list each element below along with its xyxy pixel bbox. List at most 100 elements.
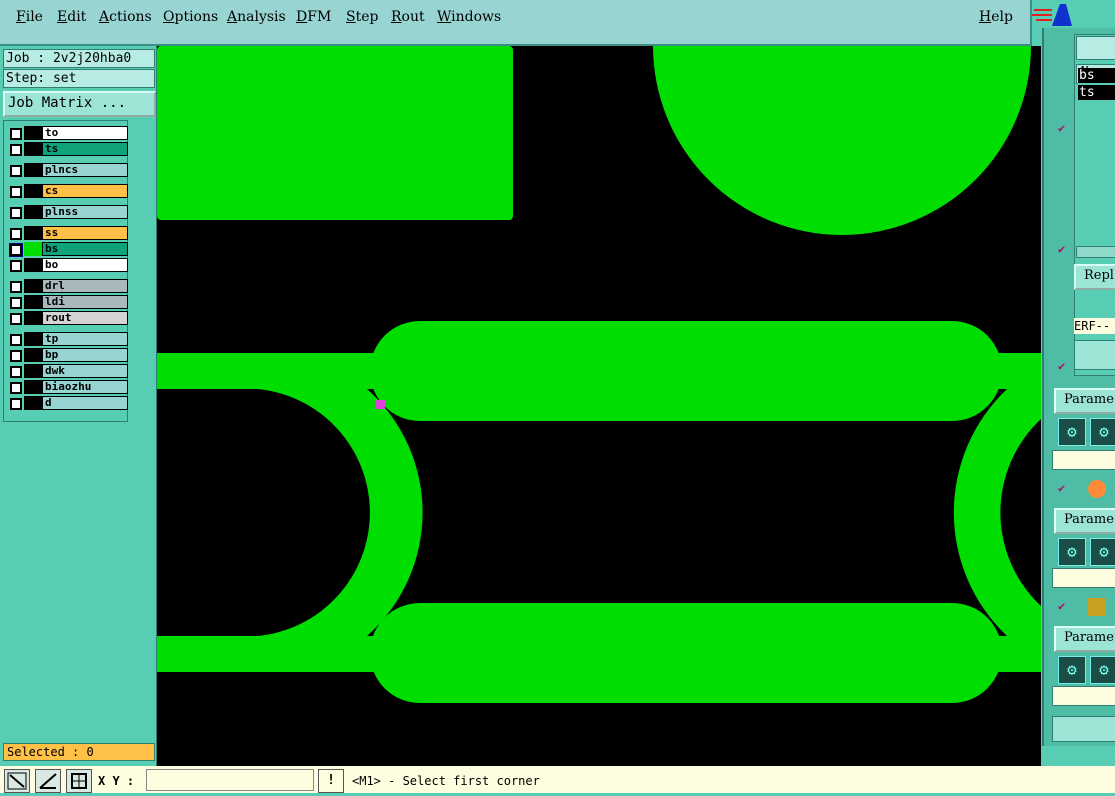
layer-checkbox[interactable]: [10, 260, 22, 272]
layer-name: cs: [42, 184, 128, 198]
layer-name: to: [42, 126, 128, 140]
layer-color-swatch: [24, 126, 42, 140]
layer-row-rout[interactable]: rout: [6, 311, 128, 325]
layer-color-swatch: [24, 311, 42, 325]
layer-checkbox[interactable]: [10, 297, 22, 309]
layer-color-swatch: [24, 184, 42, 198]
layer-row-biaozhu[interactable]: biaozhu: [6, 380, 128, 394]
checkmark-icon[interactable]: ✔: [1058, 243, 1068, 255]
popup-action-button[interactable]: [1074, 340, 1115, 370]
copper-pad-rect: [157, 46, 513, 220]
measure-icon[interactable]: [35, 769, 61, 793]
list-item[interactable]: bs: [1078, 68, 1115, 83]
menu-windows[interactable]: Windows: [437, 9, 501, 25]
xy-label: X Y :: [98, 774, 135, 788]
layer-name: biaozhu: [42, 380, 128, 394]
run-icon[interactable]: ⚙: [1058, 656, 1086, 684]
job-matrix-button[interactable]: Job Matrix ...: [3, 91, 156, 117]
list-item[interactable]: ts: [1078, 85, 1115, 100]
layer-color-swatch: [24, 226, 42, 240]
warning-icon[interactable]: !: [318, 769, 344, 793]
parameters-button[interactable]: Parame: [1054, 388, 1115, 414]
layer-color-swatch: [24, 142, 42, 156]
copper-trace-upper-left: [157, 353, 387, 389]
run-icon[interactable]: ⚙: [1058, 418, 1086, 446]
run-icon[interactable]: ⚙: [1090, 656, 1115, 684]
menu-help[interactable]: Help: [979, 9, 1013, 25]
menu-options[interactable]: Options: [163, 9, 218, 25]
menu-edit[interactable]: Edit: [57, 9, 86, 25]
layer-checkbox[interactable]: [10, 350, 22, 362]
layer-row-tp[interactable]: tp: [6, 332, 128, 346]
right-tool-panel: None bs ts Repl ERF-- ✔ ✔ ✔ Parame ⚙ ⚙ ✔…: [1042, 28, 1115, 746]
layer-name: ts: [42, 142, 128, 156]
menu-actions[interactable]: Actions: [99, 9, 152, 25]
menu-rout[interactable]: Rout: [391, 9, 425, 25]
layer-checkbox[interactable]: [10, 186, 22, 198]
layer-row-ts[interactable]: ts: [6, 142, 128, 156]
xy-coordinate-field[interactable]: [146, 769, 314, 791]
zoom-fit-icon[interactable]: [4, 769, 30, 793]
layer-row-plnss[interactable]: plnss: [6, 205, 128, 219]
layer-row-dwk[interactable]: dwk: [6, 364, 128, 378]
layer-checkbox[interactable]: [10, 281, 22, 293]
checkmark-icon[interactable]: ✔: [1058, 122, 1068, 134]
layer-name: drl: [42, 279, 128, 293]
layer-row-ldi[interactable]: ldi: [6, 295, 128, 309]
layer-checkbox[interactable]: [10, 334, 22, 346]
layer-color-swatch: [24, 332, 42, 346]
grid-snap-icon[interactable]: [66, 769, 92, 793]
step-name-label: Step: set: [3, 69, 155, 88]
action-icon[interactable]: [1088, 598, 1106, 616]
layer-color-swatch: [24, 163, 42, 177]
layer-checkbox[interactable]: [10, 382, 22, 394]
layer-checkbox[interactable]: [10, 128, 22, 140]
copper-pad-oblong-upper: [370, 321, 1002, 421]
layer-row-bo[interactable]: bo: [6, 258, 128, 272]
run-icon[interactable]: ⚙: [1058, 538, 1086, 566]
parameters-button[interactable]: Parame: [1054, 626, 1115, 652]
erf-field[interactable]: ERF--: [1074, 318, 1115, 334]
layer-name: plncs: [42, 163, 128, 177]
popup-header: [1076, 36, 1115, 60]
menu-step[interactable]: Step: [346, 9, 378, 25]
layer-name: ldi: [42, 295, 128, 309]
replace-button[interactable]: Repl: [1074, 264, 1115, 290]
job-name-label: Job : 2v2j20hba0: [3, 49, 155, 68]
layer-row-cs[interactable]: cs: [6, 184, 128, 198]
action-icon[interactable]: [1088, 480, 1106, 498]
checkmark-icon[interactable]: ✔: [1058, 482, 1068, 494]
layer-checkbox[interactable]: [10, 165, 22, 177]
graphics-canvas[interactable]: [157, 46, 1041, 766]
layer-listbox[interactable]: bs ts: [1078, 68, 1115, 238]
layer-name: ss: [42, 226, 128, 240]
run-icon[interactable]: ⚙: [1090, 538, 1115, 566]
layer-checkbox[interactable]: [10, 207, 22, 219]
menu-file[interactable]: File: [16, 9, 43, 25]
layer-color-swatch: [24, 295, 42, 309]
layer-name: plnss: [42, 205, 128, 219]
layer-checkbox[interactable]: [9, 243, 23, 257]
layer-checkbox[interactable]: [10, 313, 22, 325]
menu-analysis[interactable]: Analysis: [227, 9, 286, 25]
layer-checkbox[interactable]: [10, 228, 22, 240]
checkmark-icon[interactable]: ✔: [1058, 360, 1068, 372]
menu-dfm[interactable]: DFM: [296, 9, 331, 25]
layer-row-plncs[interactable]: plncs: [6, 163, 128, 177]
parameters-button[interactable]: Parame: [1054, 508, 1115, 534]
layer-row-d[interactable]: d: [6, 396, 128, 410]
layer-row-to[interactable]: to: [6, 126, 128, 140]
horizontal-scrollbar[interactable]: [1076, 246, 1115, 258]
layer-color-swatch: [24, 348, 42, 362]
layer-row-bp[interactable]: bp: [6, 348, 128, 362]
panel-footer-button[interactable]: [1052, 716, 1115, 742]
layer-checkbox[interactable]: [10, 366, 22, 378]
layer-checkbox[interactable]: [10, 144, 22, 156]
layer-row-drl[interactable]: drl: [6, 279, 128, 293]
layer-row-bs[interactable]: bs: [6, 242, 128, 257]
copper-trace-lower-left: [157, 636, 387, 672]
layer-row-ss[interactable]: ss: [6, 226, 128, 240]
checkmark-icon[interactable]: ✔: [1058, 600, 1068, 612]
layer-checkbox[interactable]: [10, 398, 22, 410]
run-icon[interactable]: ⚙: [1090, 418, 1115, 446]
